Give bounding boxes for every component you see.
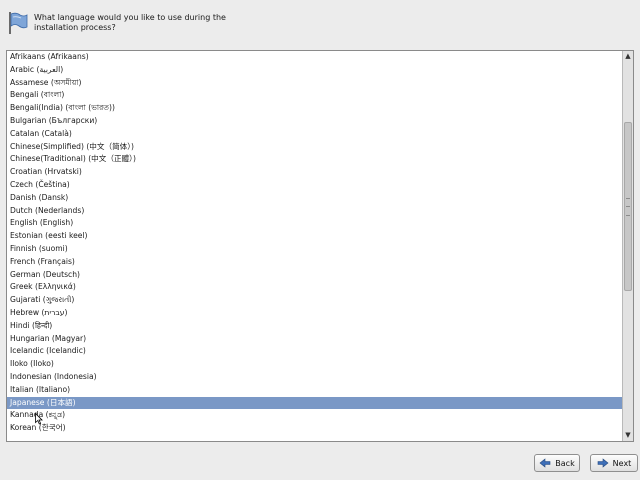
language-list-item[interactable]: Dutch (Nederlands) [7, 205, 622, 218]
language-question: What language would you like to use duri… [34, 13, 226, 32]
language-list-item[interactable]: Hebrew (עברית) [7, 307, 622, 320]
header: What language would you like to use duri… [8, 10, 632, 40]
language-list-viewport[interactable]: Afrikaans (Afrikaans) Arabic (العربية) Ass… [7, 51, 622, 441]
language-list-item[interactable]: English (English) [7, 217, 622, 230]
back-button[interactable]: Back [534, 454, 580, 472]
language-list-item[interactable]: Bengali(India) (বাংলা (ভারত)) [7, 102, 622, 115]
language-list-item[interactable]: Bulgarian (Български) [7, 115, 622, 128]
language-list-item[interactable]: Czech (Čeština) [7, 179, 622, 192]
language-list-item[interactable]: Hungarian (Magyar) [7, 333, 622, 346]
scrollbar-thumb[interactable] [624, 121, 632, 291]
language-list-item[interactable]: Italian (Italiano) [7, 384, 622, 397]
language-list-item[interactable]: Gujarati (ગુજરાતી) [7, 294, 622, 307]
language-list-item[interactable]: Hindi (हिन्दी) [7, 320, 622, 333]
language-list-item[interactable]: Finnish (suomi) [7, 243, 622, 256]
language-list-item[interactable]: Estonian (eesti keel) [7, 230, 622, 243]
language-list-item[interactable]: Indonesian (Indonesia) [7, 371, 622, 384]
language-list-rows[interactable]: Afrikaans (Afrikaans) Arabic (العربية) Ass… [7, 51, 622, 435]
language-list-item[interactable]: Croatian (Hrvatski) [7, 166, 622, 179]
language-list-item[interactable]: Chinese(Traditional) (中文（正體）) [7, 153, 622, 166]
back-button-label: Back [555, 458, 575, 468]
language-list-item[interactable]: Afrikaans (Afrikaans) [7, 51, 622, 64]
scroll-down-arrow-icon[interactable]: ▼ [623, 430, 633, 441]
mouse-cursor-icon [35, 413, 43, 425]
next-arrow-icon [597, 458, 609, 468]
language-list-item[interactable]: Arabic (العربية) [7, 64, 622, 77]
language-list-item[interactable]: Catalan (Català) [7, 128, 622, 141]
language-list-item[interactable]: Greek (Ελληνικά) [7, 281, 622, 294]
language-list-item[interactable]: Korean (한국어) [7, 422, 622, 435]
next-button-label: Next [612, 458, 632, 468]
language-list[interactable]: Afrikaans (Afrikaans) Arabic (العربية) Ass… [6, 50, 634, 442]
language-list-item[interactable]: Bengali (বাংলা) [7, 89, 622, 102]
language-list-item[interactable]: Chinese(Simplified) (中文（简体）) [7, 141, 622, 154]
language-list-item[interactable]: Iloko (Iloko) [7, 358, 622, 371]
language-list-item[interactable]: Japanese (日本語) [7, 396, 622, 410]
language-list-item[interactable]: Assamese (অসমীয়া) [7, 77, 622, 90]
language-list-scrollbar[interactable]: ▲ ▼ [622, 51, 633, 441]
language-list-item[interactable]: German (Deutsch) [7, 269, 622, 282]
language-list-item[interactable]: Kannada (ಕನ್ನಡ) [7, 409, 622, 422]
language-list-item[interactable]: Danish (Dansk) [7, 192, 622, 205]
scroll-up-arrow-icon[interactable]: ▲ [623, 51, 633, 62]
language-list-item[interactable]: Icelandic (Icelandic) [7, 345, 622, 358]
language-flag-icon [9, 12, 28, 34]
back-arrow-icon [539, 458, 551, 468]
next-button[interactable]: Next [590, 454, 638, 472]
language-list-item[interactable]: French (Français) [7, 256, 622, 269]
